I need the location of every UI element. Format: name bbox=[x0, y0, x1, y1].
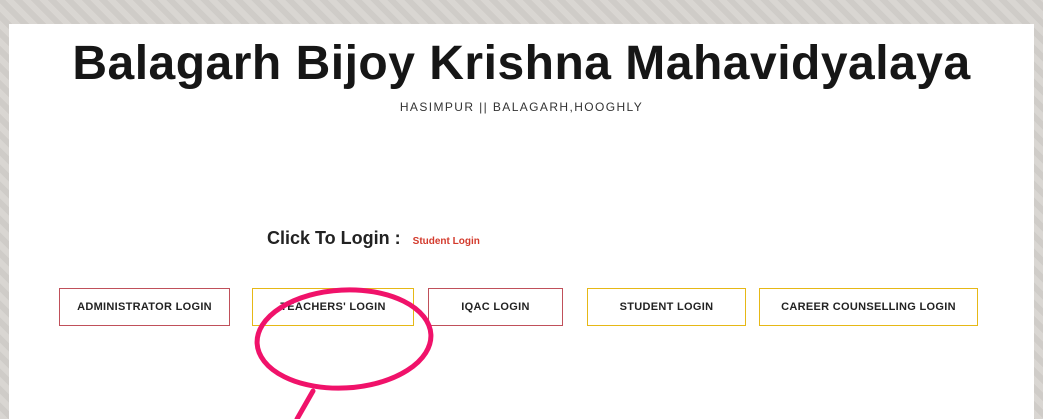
college-address: HASIMPUR || BALAGARH,HOOGHLY bbox=[399, 100, 644, 114]
login-prompt-row: Click To Login : Student Login bbox=[267, 228, 480, 249]
iqac-login-button[interactable]: IQAC LOGIN bbox=[428, 288, 563, 326]
career-counselling-login-button[interactable]: CAREER COUNSELLING LOGIN bbox=[759, 288, 978, 326]
page-content: Balagarh Bijoy Krishna Mahavidyalaya HAS… bbox=[9, 24, 1034, 419]
student-login-button[interactable]: STUDENT LOGIN bbox=[587, 288, 746, 326]
student-login-link[interactable]: Student Login bbox=[413, 236, 480, 247]
administrator-login-button[interactable]: ADMINISTRATOR LOGIN bbox=[59, 288, 230, 326]
college-title: Balagarh Bijoy Krishna Mahavidyalaya bbox=[72, 37, 971, 90]
login-prompt-label: Click To Login : bbox=[267, 228, 401, 248]
teachers-login-button[interactable]: TEACHERS' LOGIN bbox=[252, 288, 414, 326]
